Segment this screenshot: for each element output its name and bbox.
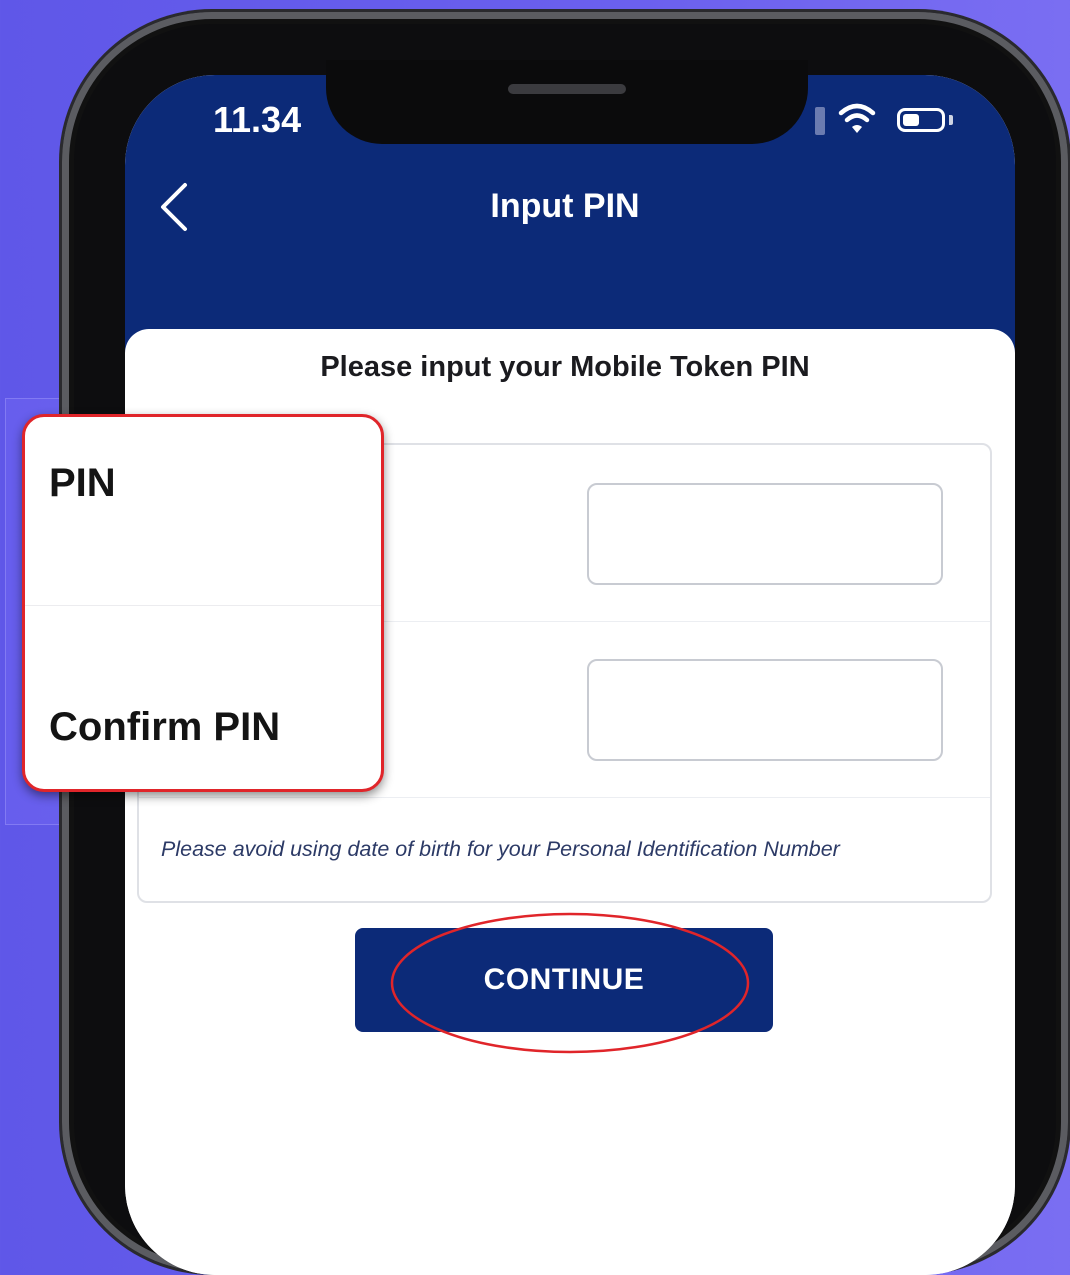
pin-hint-text: Please avoid using date of birth for you…	[161, 837, 840, 861]
battery-level	[903, 114, 919, 126]
instruction-text: Please input your Mobile Token PIN	[320, 351, 810, 383]
label-callout: PIN Confirm PIN	[22, 414, 384, 792]
form-divider	[139, 797, 990, 798]
continue-highlight-ellipse	[390, 912, 750, 1054]
phone-speaker	[508, 84, 626, 94]
battery-tip	[949, 115, 953, 125]
confirm-pin-label: Confirm PIN	[49, 705, 281, 749]
wifi-icon	[838, 103, 876, 133]
confirm-pin-input[interactable]	[587, 659, 943, 761]
callout-divider	[25, 605, 381, 606]
status-time: 11.34	[213, 99, 302, 140]
battery-icon	[897, 108, 945, 132]
pin-input[interactable]	[587, 483, 943, 585]
page-title: Input PIN	[490, 187, 640, 225]
pin-label: PIN	[49, 461, 116, 505]
phone-notch	[326, 60, 808, 144]
signal-icon	[815, 107, 825, 135]
